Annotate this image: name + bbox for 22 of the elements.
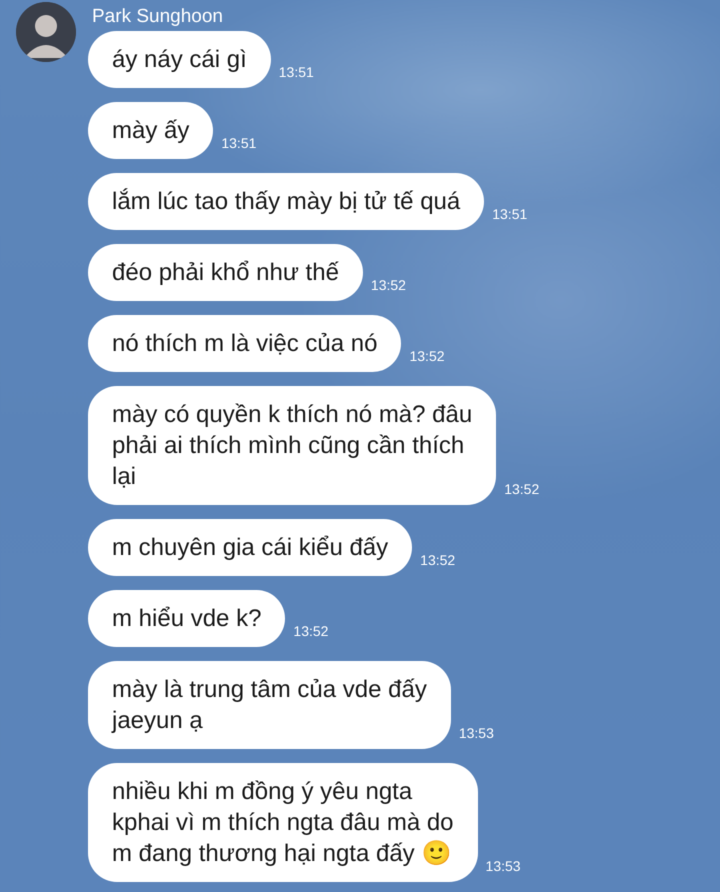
message-bubble: đéo phải khổ như thế — [88, 244, 363, 301]
message-time: 13:52 — [293, 623, 328, 639]
message-bubble: áy náy cái gì — [88, 31, 271, 88]
message-time: 13:52 — [504, 481, 540, 497]
message-time: 13:53 — [486, 858, 521, 874]
message-time: 13:52 — [370, 277, 406, 293]
message-time: 13:53 — [458, 725, 494, 741]
message-time: 13:51 — [221, 135, 256, 151]
message-time: 13:51 — [278, 64, 314, 80]
message-bubble: mày có quyền k thích nó mà? đâu phải ai thích mình cũng cần thích lại — [88, 386, 496, 505]
message-bubble: nhiều khi m đồng ý yêu ngta kphai vì m thích ngta đâu mà do m đang thương hại ngta đấy 🙂 — [88, 763, 478, 882]
message-bubble: m hiểu vde k? — [88, 590, 286, 647]
message-time: 13:52 — [409, 348, 445, 364]
contact-name: Park Sunghoon — [92, 6, 224, 28]
message-bubble: mày là trung tâm của vde đấy jaeyun ạ — [88, 661, 451, 749]
message-bubble: m chuyên gia cái kiểu đấy — [88, 519, 412, 576]
message-bubble: lắm lúc tao thấy mày bị tử tế quá — [88, 173, 484, 230]
avatar[interactable] — [16, 2, 76, 62]
message-time: 13:51 — [492, 206, 528, 222]
message-bubble: mày ấy — [88, 102, 214, 159]
message-time: 13:52 — [420, 552, 456, 568]
message-bubble: nó thích m là việc của nó — [88, 315, 402, 372]
